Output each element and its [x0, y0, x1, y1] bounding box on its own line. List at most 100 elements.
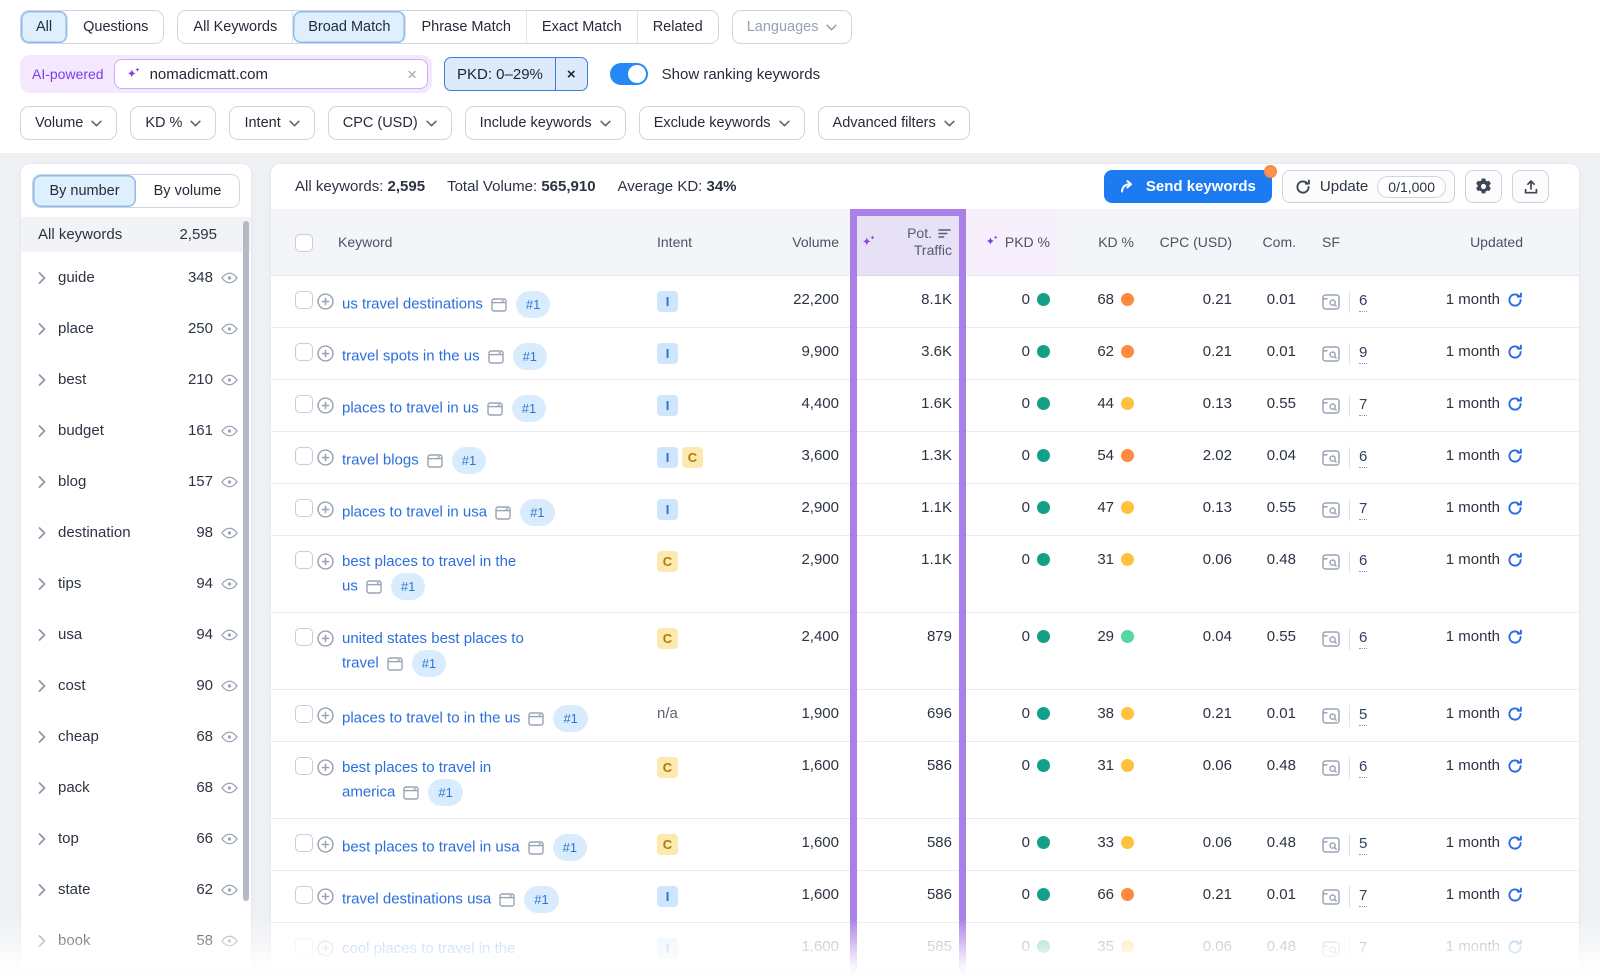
match-type-tab[interactable]: Related — [638, 11, 718, 43]
position-badge[interactable]: #1 — [520, 499, 554, 526]
refresh-icon[interactable] — [1507, 629, 1523, 645]
keyword-group-item[interactable]: destination 98 — [21, 507, 251, 558]
refresh-icon[interactable] — [1507, 939, 1523, 955]
position-badge[interactable]: #1 — [512, 395, 546, 422]
add-keyword-icon[interactable] — [317, 759, 334, 806]
sf-count[interactable]: 5 — [1359, 706, 1367, 726]
position-badge[interactable]: #1 — [516, 291, 550, 318]
chevron-right-icon[interactable] — [38, 833, 46, 845]
position-badge[interactable]: #1 — [513, 343, 547, 370]
filter-dropdown[interactable]: Exclude keywords — [639, 106, 805, 140]
serp-preview-icon[interactable] — [366, 580, 382, 594]
refresh-icon[interactable] — [1507, 396, 1523, 412]
match-type-tab[interactable]: Questions — [68, 11, 163, 43]
sort-descending-icon[interactable] — [937, 228, 952, 239]
eye-icon[interactable] — [221, 272, 238, 284]
serp-preview-icon[interactable] — [487, 402, 503, 416]
keyword-group-item[interactable]: top 66 — [21, 813, 251, 864]
keyword-link[interactable]: travel destinations usa — [342, 890, 491, 907]
row-checkbox[interactable] — [295, 628, 313, 646]
keyword-link[interactable]: places to travel to in the us — [342, 709, 520, 726]
refresh-icon[interactable] — [1507, 344, 1523, 360]
keyword-group-item[interactable]: pack 68 — [21, 762, 251, 813]
sf-count[interactable]: 7 — [1359, 887, 1367, 907]
keyword-link[interactable]: america — [342, 783, 395, 800]
eye-icon[interactable] — [221, 476, 238, 488]
domain-search-input[interactable]: nomadicmatt.com × — [114, 59, 428, 89]
position-badge[interactable]: #1 — [391, 573, 425, 600]
position-badge[interactable]: #1 — [428, 779, 462, 806]
chevron-right-icon[interactable] — [38, 272, 46, 284]
sf-count[interactable]: 6 — [1359, 292, 1367, 312]
eye-icon[interactable] — [221, 323, 238, 335]
chevron-right-icon[interactable] — [38, 782, 46, 794]
keyword-group-item[interactable]: tips 94 — [21, 558, 251, 609]
serp-preview-icon[interactable] — [528, 712, 544, 726]
serp-preview-icon[interactable] — [499, 893, 515, 907]
chevron-right-icon[interactable] — [38, 323, 46, 335]
row-checkbox[interactable] — [295, 343, 313, 361]
add-keyword-icon[interactable] — [317, 707, 334, 732]
filter-dropdown[interactable]: CPC (USD) — [328, 106, 452, 140]
serp-preview-icon[interactable] — [528, 841, 544, 855]
keyword-link[interactable]: us — [342, 577, 358, 594]
remove-pkd-filter-icon[interactable]: × — [555, 58, 587, 90]
keyword-link[interactable]: places to travel in usa — [342, 503, 487, 520]
settings-button[interactable] — [1465, 170, 1502, 203]
serp-preview-icon[interactable] — [387, 657, 403, 671]
keyword-link[interactable]: cool places to travel in the — [342, 940, 515, 957]
column-header-intent[interactable]: Intent — [647, 234, 732, 250]
eye-icon[interactable] — [221, 833, 238, 845]
serp-features-icon[interactable] — [1322, 837, 1340, 853]
position-badge[interactable]: #1 — [452, 447, 486, 474]
refresh-icon[interactable] — [1507, 706, 1523, 722]
keyword-link[interactable]: travel — [342, 654, 379, 671]
eye-icon[interactable] — [221, 425, 238, 437]
serp-features-icon[interactable] — [1322, 398, 1340, 414]
serp-preview-icon[interactable] — [403, 786, 419, 800]
filter-dropdown[interactable]: KD % — [130, 106, 216, 140]
serp-preview-icon[interactable] — [427, 454, 443, 468]
column-header-com[interactable]: Com. — [1242, 234, 1306, 250]
refresh-icon[interactable] — [1507, 500, 1523, 516]
serp-preview-icon[interactable] — [488, 350, 504, 364]
keyword-link[interactable]: travel blogs — [342, 451, 419, 468]
eye-icon[interactable] — [221, 629, 238, 641]
match-type-tab[interactable]: Phrase Match — [406, 11, 526, 43]
refresh-icon[interactable] — [1507, 887, 1523, 903]
keyword-group-item[interactable]: state 62 — [21, 864, 251, 915]
add-keyword-icon[interactable] — [317, 836, 334, 861]
all-keywords-row[interactable]: All keywords 2,595 — [21, 217, 251, 252]
eye-icon[interactable] — [221, 374, 238, 386]
serp-features-icon[interactable] — [1322, 294, 1340, 310]
sf-count[interactable]: 7 — [1359, 939, 1367, 959]
keyword-link[interactable]: best places to travel in the — [342, 553, 516, 570]
serp-features-icon[interactable] — [1322, 889, 1340, 905]
keyword-group-item[interactable]: budget 161 — [21, 405, 251, 456]
eye-icon[interactable] — [221, 527, 238, 539]
filter-dropdown[interactable]: Advanced filters — [818, 106, 970, 140]
add-keyword-icon[interactable] — [317, 397, 334, 422]
keyword-link[interactable]: places to travel in us — [342, 399, 479, 416]
row-checkbox[interactable] — [295, 395, 313, 413]
serp-features-icon[interactable] — [1322, 708, 1340, 724]
column-header-keyword[interactable]: Keyword — [317, 234, 647, 250]
serp-preview-icon[interactable] — [491, 298, 507, 312]
eye-icon[interactable] — [221, 782, 238, 794]
column-header-pot-traffic[interactable]: Pot. Traffic — [850, 225, 966, 259]
match-type-tab[interactable]: Broad Match — [293, 11, 406, 43]
eye-icon[interactable] — [221, 935, 238, 947]
row-checkbox[interactable] — [295, 291, 313, 309]
row-checkbox[interactable] — [295, 551, 313, 569]
chevron-right-icon[interactable] — [38, 731, 46, 743]
keyword-group-item[interactable]: cost 90 — [21, 660, 251, 711]
filter-dropdown[interactable]: Include keywords — [465, 106, 626, 140]
keyword-group-item[interactable]: guide 348 — [21, 252, 251, 303]
serp-features-icon[interactable] — [1322, 346, 1340, 362]
chevron-right-icon[interactable] — [38, 527, 46, 539]
eye-icon[interactable] — [221, 680, 238, 692]
serp-features-icon[interactable] — [1322, 502, 1340, 518]
sf-count[interactable]: 9 — [1359, 344, 1367, 364]
row-checkbox[interactable] — [295, 886, 313, 904]
tab-by-volume[interactable]: By volume — [136, 175, 239, 207]
